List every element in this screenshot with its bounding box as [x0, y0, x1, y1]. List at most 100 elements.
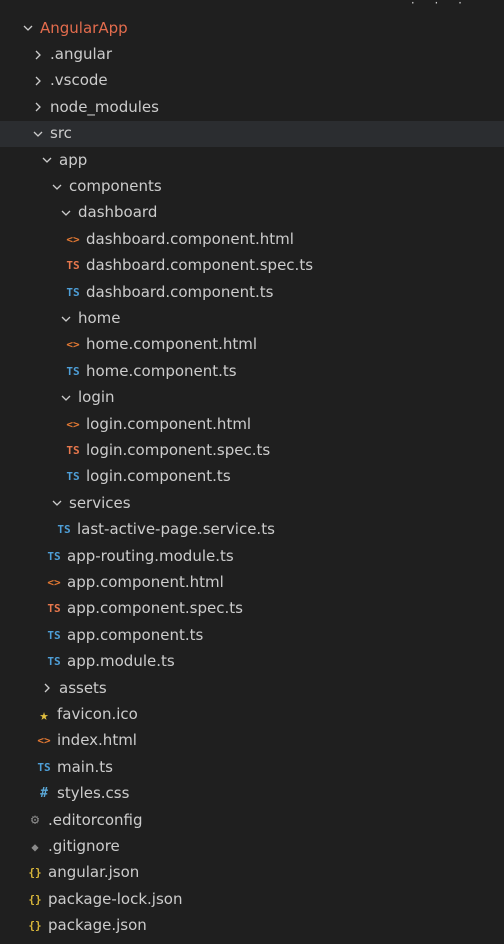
tree-folder-home[interactable]: home	[0, 305, 504, 331]
tree-file-package-lock-json[interactable]: {} package-lock.json	[0, 886, 504, 912]
tree-file-app-component-spec-ts[interactable]: TS app.component.spec.ts	[0, 596, 504, 622]
chevron-down-icon	[49, 495, 65, 511]
tree-file-package-json[interactable]: {} package.json	[0, 913, 504, 939]
chevron-down-icon	[39, 152, 55, 168]
tree-item-label: app-routing.module.ts	[67, 546, 234, 565]
chevron-down-icon	[58, 205, 74, 221]
typescript-file-icon: TS	[47, 655, 61, 669]
tree-folder-node-modules[interactable]: node_modules	[0, 94, 504, 120]
tree-file-home-component-html[interactable]: <> home.component.html	[0, 332, 504, 358]
tree-file-login-component-spec-ts[interactable]: TS login.component.spec.ts	[0, 437, 504, 463]
gear-icon: ⚙	[30, 812, 40, 829]
tree-item-label: home	[78, 309, 121, 328]
tree-item-label: login.component.ts	[86, 467, 231, 486]
tree-item-label: dashboard.component.ts	[86, 282, 274, 301]
tree-item-label: login.component.spec.ts	[86, 441, 271, 460]
tree-file-dashboard-component-ts[interactable]: TS dashboard.component.ts	[0, 279, 504, 305]
git-icon: ◆	[31, 839, 39, 854]
chevron-down-icon	[49, 179, 65, 195]
tree-item-label: index.html	[57, 731, 137, 750]
tree-item-label: components	[69, 177, 162, 196]
tree-folder-vscode[interactable]: .vscode	[0, 68, 504, 94]
typescript-file-icon: TS	[57, 523, 71, 537]
tree-item-label: dashboard.component.spec.ts	[86, 256, 314, 275]
typescript-file-icon: TS	[47, 628, 61, 642]
tree-item-label: package.json	[48, 916, 147, 935]
typescript-file-icon: TS	[66, 285, 80, 299]
tree-item-label: app.component.ts	[67, 625, 204, 644]
tree-file-home-component-ts[interactable]: TS home.component.ts	[0, 358, 504, 384]
chevron-right-icon	[30, 47, 46, 63]
tree-item-label: app.component.spec.ts	[67, 599, 243, 618]
json-file-icon: {}	[28, 919, 42, 933]
json-file-icon: {}	[28, 866, 42, 880]
tree-item-label: favicon.ico	[57, 705, 138, 724]
tree-item-label: home.component.ts	[86, 361, 237, 380]
typescript-file-icon: TS	[66, 364, 80, 378]
html-file-icon: <>	[66, 232, 80, 246]
tree-item-label: app	[59, 150, 88, 169]
tree-file-index-html[interactable]: <> index.html	[0, 728, 504, 754]
typescript-file-icon: TS	[37, 760, 51, 774]
tree-file-gitignore[interactable]: ◆ .gitignore	[0, 833, 504, 859]
tree-folder-dashboard[interactable]: dashboard	[0, 200, 504, 226]
tree-file-login-component-html[interactable]: <> login.component.html	[0, 411, 504, 437]
file-explorer: · · · AngularApp .angular .vscode node_m…	[0, 0, 504, 944]
chevron-right-icon	[30, 73, 46, 89]
typescript-spec-file-icon: TS	[66, 259, 80, 273]
tree-item-label: package-lock.json	[48, 889, 183, 908]
tree-item-label: .angular	[50, 45, 113, 64]
tree-item-label: main.ts	[57, 757, 113, 776]
chevron-right-icon	[30, 99, 46, 115]
tree-item-label: login.component.html	[86, 414, 252, 433]
tree-item-label: node_modules	[50, 97, 159, 116]
tree-file-login-component-ts[interactable]: TS login.component.ts	[0, 464, 504, 490]
html-file-icon: <>	[66, 417, 80, 431]
typescript-spec-file-icon: TS	[66, 444, 80, 458]
tree-file-app-component-html[interactable]: <> app.component.html	[0, 569, 504, 595]
tree-item-label: app.component.html	[67, 573, 224, 592]
tree-file-app-routing-module-ts[interactable]: TS app-routing.module.ts	[0, 543, 504, 569]
tree-folder-components[interactable]: components	[0, 173, 504, 199]
typescript-spec-file-icon: TS	[47, 602, 61, 616]
html-file-icon: <>	[66, 338, 80, 352]
tree-file-last-active-page-service-ts[interactable]: TS last-active-page.service.ts	[0, 517, 504, 543]
tree-item-label: styles.css	[57, 784, 130, 803]
chevron-down-icon	[58, 390, 74, 406]
tree-folder-services[interactable]: services	[0, 490, 504, 516]
star-icon: ★	[39, 705, 49, 724]
tree-item-label: .vscode	[50, 71, 108, 90]
tree-folder-src[interactable]: src	[0, 120, 504, 147]
typescript-file-icon: TS	[66, 470, 80, 484]
tree-file-app-component-ts[interactable]: TS app.component.ts	[0, 622, 504, 648]
tree-item-label: assets	[59, 678, 107, 697]
tree-item-label: last-active-page.service.ts	[77, 520, 275, 539]
tree-item-label: .gitignore	[48, 837, 120, 856]
html-file-icon: <>	[47, 576, 61, 590]
tree-folder-assets[interactable]: assets	[0, 675, 504, 701]
tree-file-favicon-ico[interactable]: ★ favicon.ico	[0, 701, 504, 727]
tree-file-main-ts[interactable]: TS main.ts	[0, 754, 504, 780]
tree-folder-login[interactable]: login	[0, 385, 504, 411]
tree-root-label: AngularApp	[40, 18, 128, 37]
chevron-down-icon	[20, 20, 36, 36]
tree-file-dashboard-component-html[interactable]: <> dashboard.component.html	[0, 226, 504, 252]
tree-root-angularapp[interactable]: AngularApp	[0, 15, 504, 41]
tree-file-angular-json[interactable]: {} angular.json	[0, 860, 504, 886]
tree-item-label: app.module.ts	[67, 652, 175, 671]
chevron-down-icon	[30, 126, 46, 142]
tree-file-editorconfig[interactable]: ⚙ .editorconfig	[0, 807, 504, 833]
tree-file-dashboard-component-spec-ts[interactable]: TS dashboard.component.spec.ts	[0, 253, 504, 279]
tree-item-label: dashboard	[78, 203, 158, 222]
chevron-down-icon	[58, 311, 74, 327]
chevron-right-icon	[39, 680, 55, 696]
tree-item-label: home.component.html	[86, 335, 258, 354]
tree-item-label: services	[69, 493, 131, 512]
tree-file-styles-css[interactable]: # styles.css	[0, 781, 504, 807]
more-actions-icon[interactable]: · · ·	[411, 0, 470, 10]
tree-folder-angular[interactable]: .angular	[0, 41, 504, 67]
tree-folder-app[interactable]: app	[0, 147, 504, 173]
tree-item-label: src	[50, 124, 72, 143]
json-file-icon: {}	[28, 892, 42, 906]
tree-file-app-module-ts[interactable]: TS app.module.ts	[0, 649, 504, 675]
